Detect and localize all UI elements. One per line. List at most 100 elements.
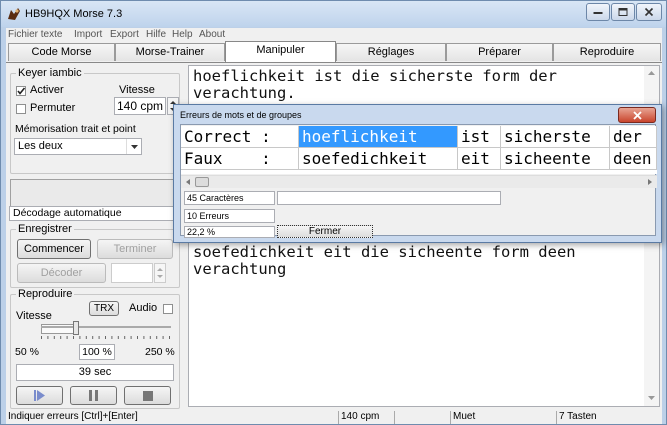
erreurs-field: 10 Erreurs (184, 209, 275, 223)
speed-slider-track[interactable] (41, 326, 171, 328)
play-icon (34, 390, 45, 401)
tab-strip: Code Morse Morse-Trainer Manipuler Régla… (6, 41, 662, 62)
audio-checkbox[interactable] (163, 304, 173, 314)
grid-cell-correct-label: Correct : (181, 126, 299, 148)
received-text-scrollbar[interactable] (644, 242, 659, 406)
tab-preparer[interactable]: Préparer (446, 43, 553, 61)
menu-about[interactable]: About (199, 29, 225, 40)
memo-select[interactable]: Les deux (14, 138, 142, 155)
sent-text-line-2: verachtung. (193, 84, 296, 102)
status-bar: Indiquer erreurs [Ctrl]+[Enter] 140 cpm … (6, 411, 662, 424)
vitesse-label: Vitesse (119, 84, 155, 96)
status-cpm: 140 cpm (338, 411, 394, 424)
dialog-close-button[interactable] (618, 107, 656, 123)
tab-reproduire[interactable]: Reproduire (553, 43, 661, 61)
record-group-label: Enregistrer (16, 223, 74, 235)
grid-cell-correct-4[interactable]: der (610, 126, 657, 148)
record-group: Enregistrer Commencer Terminer Décoder (10, 223, 180, 288)
menu-help[interactable]: Help (172, 29, 193, 40)
decode-button[interactable]: Décoder (17, 263, 106, 283)
chevron-up-icon (648, 71, 655, 75)
audio-label: Audio (129, 302, 158, 314)
pct-max-label: 250 % (145, 346, 175, 358)
menu-bar: Fichier texte Import Export Hilfe Help A… (6, 28, 662, 42)
dialog-title: Erreurs de mots et de groupes (180, 110, 302, 120)
pause-icon (89, 390, 98, 401)
caracteres-field: 45 Caractères (184, 191, 275, 205)
minimize-button[interactable] (586, 3, 610, 21)
grid-cell-correct-3[interactable]: sicherste (501, 126, 610, 148)
maximize-icon (618, 8, 628, 16)
grid-hscrollbar[interactable] (181, 175, 657, 188)
pct-min-label: 50 % (15, 346, 39, 358)
tab-code-morse[interactable]: Code Morse (8, 43, 115, 61)
tab-manipuler[interactable]: Manipuler (225, 41, 336, 62)
status-keys: 7 Tasten (556, 411, 662, 424)
decode-mode-select[interactable]: Décodage automatique (9, 206, 185, 221)
dialog-body: Correct : hoeflichkeit ist sicherste der… (180, 124, 657, 238)
play-button[interactable] (16, 386, 63, 405)
menu-hilfe[interactable]: Hilfe (146, 29, 166, 40)
play-vitesse-label: Vitesse (16, 310, 52, 322)
chevron-right-icon (648, 179, 652, 185)
received-text-area[interactable]: soefedichkeit eit die sicheente form dee… (188, 241, 660, 407)
maximize-button[interactable] (611, 3, 635, 21)
decode-mode-value: Décodage automatique (13, 207, 122, 219)
error-grid: Correct : hoeflichkeit ist sicherste der… (181, 126, 657, 174)
percent-field: 22,2 % (184, 226, 275, 238)
received-text-line-1: soefedichkeit eit die sicheente form dee… (193, 243, 576, 261)
chevron-left-icon (186, 179, 190, 185)
activer-checkbox[interactable] (16, 86, 26, 96)
status-hint: Indiquer erreurs [Ctrl]+[Enter] (8, 411, 138, 422)
spinner-arrows-icon (157, 268, 163, 278)
chevron-down-icon (648, 396, 655, 400)
speed-slider-thumb[interactable] (73, 321, 79, 335)
keyer-group: Keyer iambic Activer Vitesse Permuter 14… (10, 67, 180, 174)
grid-cell-faux-3[interactable]: sicheente (501, 148, 610, 170)
trx-button[interactable]: TRX (89, 301, 119, 316)
grid-cell-faux-2[interactable]: eit (458, 148, 501, 170)
memo-label: Mémorisation trait et point (15, 123, 136, 135)
progress-bar (277, 191, 501, 205)
grid-cell-faux-1[interactable]: soefedichkeit (299, 148, 458, 170)
speed-input[interactable]: 140 cpm (114, 97, 166, 115)
start-record-button[interactable]: Commencer (17, 239, 91, 259)
play-group: Reproduire TRX Audio Vitesse 50 % 100 % … (10, 288, 180, 409)
memo-select-value: Les deux (18, 140, 63, 152)
tab-morse-trainer[interactable]: Morse-Trainer (115, 43, 225, 61)
menu-export[interactable]: Export (110, 29, 139, 40)
errors-dialog: Erreurs de mots et de groupes Correct : … (173, 104, 662, 243)
grid-cell-correct-2[interactable]: ist (458, 126, 501, 148)
fermer-button[interactable]: Fermer (277, 225, 373, 238)
stop-button[interactable] (124, 386, 171, 405)
permuter-checkbox[interactable] (16, 104, 26, 114)
decode-value-field[interactable] (111, 263, 153, 283)
tab-reglages[interactable]: Réglages (336, 43, 446, 61)
minimize-icon (593, 12, 603, 14)
chevron-down-icon (126, 139, 141, 154)
permuter-label: Permuter (30, 102, 76, 114)
main-window: HB9HQX Morse 7.3 Fichier texte Import Ex… (0, 0, 667, 425)
pause-button[interactable] (70, 386, 117, 405)
slider-ticks-icon (41, 336, 170, 339)
close-icon (644, 7, 654, 17)
window-title: HB9HQX Morse 7.3 (25, 8, 123, 20)
duration-display: 39 sec (16, 364, 174, 381)
grid-cell-faux-label: Faux : (181, 148, 299, 170)
pct-value-field[interactable]: 100 % (79, 344, 115, 360)
decode-spinner[interactable] (154, 263, 166, 283)
menu-import[interactable]: Import (74, 29, 102, 40)
title-bar: HB9HQX Morse 7.3 (1, 1, 666, 27)
grid-cell-faux-4[interactable]: deen (610, 148, 657, 170)
sent-text-line-1: hoeflichkeit ist die sicherste form der (193, 67, 557, 85)
stop-record-button[interactable]: Terminer (97, 239, 173, 259)
received-text-line-2: verachtung (193, 260, 287, 278)
grid-cell-correct-1[interactable]: hoeflichkeit (299, 126, 458, 148)
grid-hscroll-thumb[interactable] (195, 177, 209, 187)
activer-label: Activer (30, 84, 64, 96)
close-icon (633, 111, 642, 120)
play-group-label: Reproduire (16, 288, 75, 300)
checkmark-icon (17, 87, 26, 95)
menu-fichier-texte[interactable]: Fichier texte (8, 29, 62, 40)
close-window-button[interactable] (636, 3, 662, 21)
